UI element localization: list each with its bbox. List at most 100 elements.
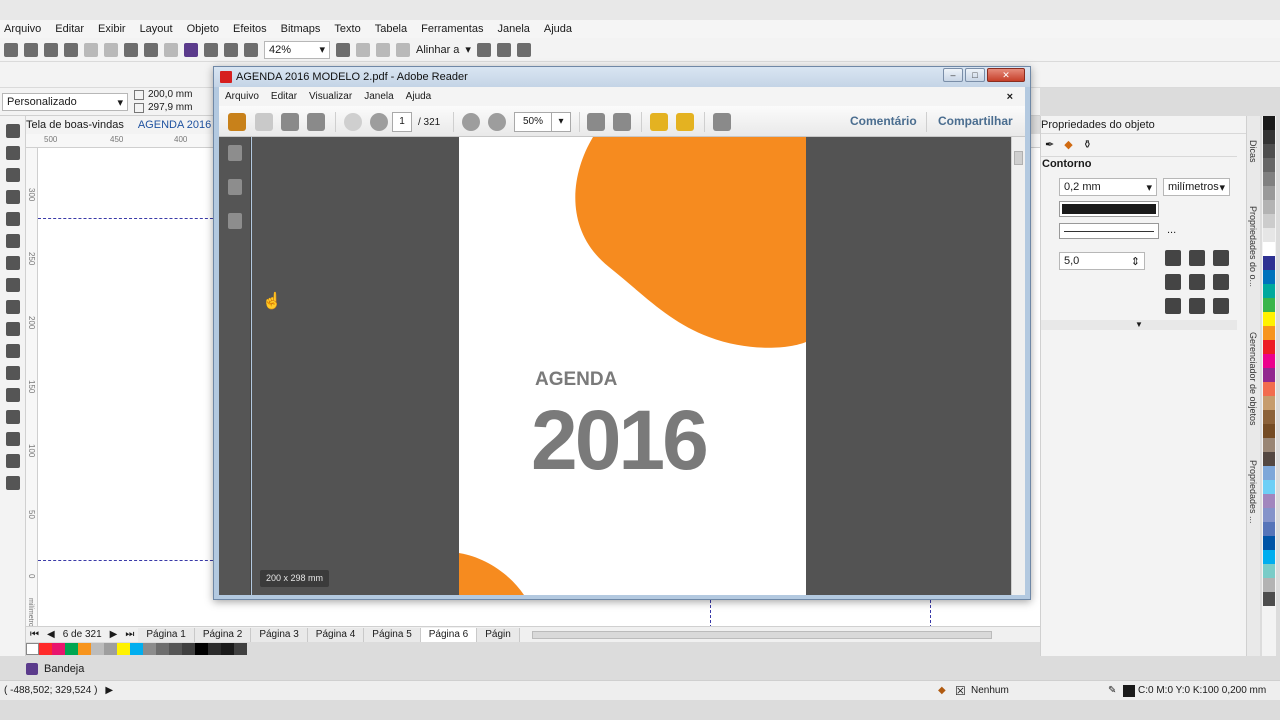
ellipse-tool-icon[interactable] xyxy=(6,278,20,292)
page-tab-2[interactable]: Página 2 xyxy=(194,627,252,642)
guideline[interactable] xyxy=(710,600,711,628)
tab-welcome-screen[interactable]: Tela de boas-vindas xyxy=(26,119,124,131)
page-preset-select[interactable]: Personalizado ▾ xyxy=(2,93,128,111)
palette-swatch[interactable] xyxy=(1263,172,1275,186)
sticky-note-icon[interactable] xyxy=(650,113,668,131)
palette-swatch[interactable] xyxy=(1263,144,1275,158)
cap-square-icon[interactable] xyxy=(1213,274,1229,290)
cap-round-icon[interactable] xyxy=(1189,274,1205,290)
horizontal-scrollbar[interactable] xyxy=(531,630,992,639)
docker-tab-object-manager[interactable]: Gerenciador de objetos xyxy=(1248,332,1258,426)
palette-swatch[interactable] xyxy=(1263,228,1275,242)
palette-swatch[interactable] xyxy=(78,643,91,655)
create-pdf-icon[interactable] xyxy=(228,113,246,131)
menu-ferramentas[interactable]: Ferramentas xyxy=(421,23,483,35)
palette-swatch[interactable] xyxy=(1263,312,1275,326)
maximize-button[interactable]: □ xyxy=(965,68,985,82)
options-list-icon[interactable] xyxy=(496,42,511,57)
shape-tool-icon[interactable] xyxy=(6,146,20,160)
palette-swatch[interactable] xyxy=(143,643,156,655)
reader-menu-editar[interactable]: Editar xyxy=(265,91,303,102)
palette-swatch[interactable] xyxy=(1263,578,1275,592)
menu-texto[interactable]: Texto xyxy=(334,23,360,35)
reader-vertical-scrollbar[interactable] xyxy=(1011,137,1025,595)
palette-swatch[interactable] xyxy=(1263,130,1275,144)
reader-title-bar[interactable]: AGENDA 2016 MODELO 2.pdf - Adobe Reader … xyxy=(214,67,1030,87)
corel-connect-icon[interactable] xyxy=(184,42,198,57)
publish-pdf-icon[interactable] xyxy=(244,42,258,57)
open-folder-icon[interactable] xyxy=(24,42,38,57)
transparency-icon[interactable]: ⚱ xyxy=(1083,138,1092,151)
palette-swatch[interactable] xyxy=(1263,438,1275,452)
position-outside-icon[interactable] xyxy=(1165,298,1181,314)
corner-bevel-icon[interactable] xyxy=(1213,250,1229,266)
docker-tab-hints[interactable]: Dicas xyxy=(1248,140,1258,163)
align-to-menu[interactable]: Alinhar a xyxy=(416,44,459,56)
palette-swatch[interactable] xyxy=(117,643,130,655)
eyedropper-icon[interactable] xyxy=(6,432,20,446)
smart-fill-icon[interactable] xyxy=(6,476,20,490)
guideline[interactable] xyxy=(38,560,218,561)
palette-swatch[interactable] xyxy=(169,643,182,655)
close-document-button[interactable]: × xyxy=(1001,91,1019,103)
reader-menu-ajuda[interactable]: Ajuda xyxy=(400,91,438,102)
first-page-icon[interactable]: ⏮ xyxy=(26,629,43,640)
snap-icon[interactable] xyxy=(396,42,410,57)
pick-tool-icon[interactable] xyxy=(6,124,20,138)
menu-tabela[interactable]: Tabela xyxy=(375,23,407,35)
palette-swatch[interactable] xyxy=(1263,256,1275,270)
attachments-icon[interactable] xyxy=(228,179,242,195)
reader-menu-arquivo[interactable]: Arquivo xyxy=(219,91,265,102)
options-icon[interactable] xyxy=(476,42,491,57)
page-tab-4[interactable]: Página 4 xyxy=(307,627,365,642)
zoom-dropdown-chevron-icon[interactable]: ▾ xyxy=(551,112,571,132)
palette-swatch[interactable] xyxy=(234,643,247,655)
reader-menu-janela[interactable]: Janela xyxy=(358,91,399,102)
fill-bucket-icon[interactable]: ◆ xyxy=(1064,138,1072,151)
position-center-icon[interactable] xyxy=(1189,298,1205,314)
print-icon[interactable] xyxy=(64,42,78,57)
menu-bitmaps[interactable]: Bitmaps xyxy=(281,23,321,35)
paste-icon[interactable] xyxy=(124,42,138,57)
full-screen-icon[interactable] xyxy=(336,42,350,57)
launch-app-icon[interactable] xyxy=(516,42,531,57)
fit-width-icon[interactable] xyxy=(587,113,605,131)
palette-swatch[interactable] xyxy=(195,643,208,655)
show-grid-icon[interactable] xyxy=(376,42,390,57)
palette-swatch[interactable] xyxy=(1263,158,1275,172)
palette-swatch[interactable] xyxy=(130,643,143,655)
expand-section-button[interactable]: ▼ xyxy=(1041,320,1237,330)
zoom-in-icon[interactable] xyxy=(488,113,506,131)
freehand-tool-icon[interactable] xyxy=(6,212,20,226)
palette-swatch[interactable] xyxy=(91,643,104,655)
menu-arquivo[interactable]: Arquivo xyxy=(4,23,41,35)
palette-swatch[interactable] xyxy=(221,643,234,655)
save-icon[interactable] xyxy=(44,42,58,57)
palette-swatch[interactable] xyxy=(1263,298,1275,312)
palette-swatch[interactable] xyxy=(1263,186,1275,200)
zoom-input[interactable]: 50% xyxy=(514,112,552,132)
miter-limit-field[interactable]: 5,0 ⇕ xyxy=(1059,252,1145,270)
expand-icon[interactable] xyxy=(713,113,731,131)
fit-page-icon[interactable] xyxy=(613,113,631,131)
palette-swatch[interactable] xyxy=(1263,340,1275,354)
guideline[interactable] xyxy=(38,218,218,219)
security-icon[interactable] xyxy=(228,213,242,229)
text-tool-icon[interactable] xyxy=(6,322,20,336)
undo-icon[interactable] xyxy=(144,42,158,57)
cut-icon[interactable] xyxy=(84,42,98,57)
polygon-tool-icon[interactable] xyxy=(6,300,20,314)
export-icon[interactable] xyxy=(224,42,238,57)
print-icon[interactable] xyxy=(281,113,299,131)
palette-swatch[interactable] xyxy=(1263,536,1275,550)
outline-width-select[interactable]: 0,2 mm ▾ xyxy=(1059,178,1157,196)
zoom-tool-icon[interactable] xyxy=(6,190,20,204)
menu-layout[interactable]: Layout xyxy=(140,23,173,35)
palette-swatch[interactable] xyxy=(52,643,65,655)
interactive-fill-icon[interactable] xyxy=(6,454,20,468)
connector-tool-icon[interactable] xyxy=(6,366,20,380)
menu-ajuda[interactable]: Ajuda xyxy=(544,23,572,35)
palette-swatch[interactable] xyxy=(1263,270,1275,284)
scroll-thumb[interactable] xyxy=(1014,151,1023,165)
position-inside-icon[interactable] xyxy=(1213,298,1229,314)
